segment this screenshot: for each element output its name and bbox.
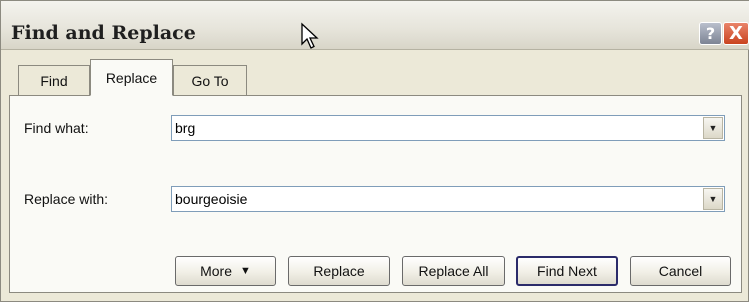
find-replace-dialog: Find and Replace ? X Find Replace Go To … — [0, 0, 749, 302]
replace-dropdown-arrow[interactable]: ▼ — [703, 188, 723, 210]
replace-with-input[interactable] — [172, 187, 700, 211]
chevron-down-icon: ▼ — [708, 194, 718, 204]
close-button[interactable]: X — [723, 22, 749, 45]
mouse-cursor-icon — [300, 22, 320, 55]
chevron-down-icon: ▼ — [708, 123, 718, 133]
find-next-button[interactable]: Find Next — [516, 256, 618, 286]
replace-button[interactable]: Replace — [288, 256, 390, 286]
replace-all-button-label: Replace All — [418, 263, 489, 279]
find-what-input[interactable] — [172, 116, 700, 140]
tab-replace-label: Replace — [105, 69, 158, 86]
more-button-label: More — [200, 263, 232, 279]
tab-find[interactable]: Find — [18, 65, 90, 95]
title-bar[interactable]: Find and Replace ? X — [1, 1, 749, 50]
help-icon: ? — [705, 24, 716, 43]
tab-goto-label: Go To — [191, 72, 229, 89]
replace-all-button[interactable]: Replace All — [402, 256, 505, 286]
find-dropdown-arrow[interactable]: ▼ — [703, 117, 723, 139]
more-button[interactable]: More ▼ — [175, 256, 276, 286]
window-title: Find and Replace — [11, 22, 196, 44]
cancel-button[interactable]: Cancel — [630, 256, 731, 286]
tab-goto[interactable]: Go To — [173, 65, 247, 95]
replace-with-label: Replace with: — [24, 191, 109, 207]
find-what-label: Find what: — [24, 120, 89, 136]
close-icon: X — [729, 23, 743, 44]
find-next-button-label: Find Next — [537, 263, 597, 279]
replace-button-label: Replace — [313, 263, 365, 279]
tab-replace[interactable]: Replace — [90, 59, 173, 96]
tab-find-label: Find — [40, 72, 68, 89]
replace-with-combobox[interactable]: ▼ — [171, 186, 725, 212]
help-button[interactable]: ? — [699, 22, 722, 45]
double-chevron-down-icon: ▼ — [240, 265, 251, 277]
find-what-combobox[interactable]: ▼ — [171, 115, 725, 141]
cancel-button-label: Cancel — [658, 263, 703, 279]
